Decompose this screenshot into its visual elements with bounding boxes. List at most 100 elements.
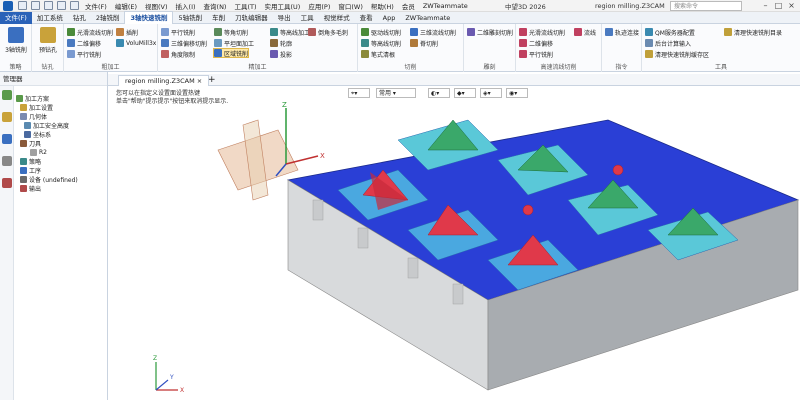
3d-flowline-button[interactable]: 三维流线切削	[410, 27, 456, 37]
tree-item-operation[interactable]: 工序	[16, 166, 108, 175]
command-search-input[interactable]: 搜索命令	[670, 1, 742, 11]
toolpath-link-button[interactable]: 轨迹连接	[605, 27, 639, 37]
tree-item-setup[interactable]: 加工设置	[16, 103, 108, 112]
undo-icon[interactable]	[57, 1, 66, 10]
tab-5axis[interactable]: 5轴铣削	[173, 12, 207, 24]
profile-button[interactable]: 轮廓	[270, 38, 292, 48]
menu-apps[interactable]: 应用(P)	[304, 1, 334, 11]
menu-tools[interactable]: 工具(T)	[230, 1, 260, 11]
2d-offset-button[interactable]: 二维偏移	[67, 38, 101, 48]
panel-title: 管理器	[0, 72, 107, 86]
3d-viewport[interactable]: 您可以在指定义设置面设置热键 单击"帮助"提示提示"按钮来取消提示显示. ⌖▾ …	[108, 86, 800, 400]
tree-item-r2[interactable]: R2	[16, 148, 108, 157]
history-icon[interactable]	[1, 112, 12, 122]
minimize-icon[interactable]: –	[759, 0, 772, 12]
plunge-button[interactable]: 插削	[116, 27, 138, 37]
volumill-button[interactable]: VoluMill3x	[116, 38, 156, 48]
redo-icon[interactable]	[70, 1, 79, 10]
tree-item-device[interactable]: 设备 (undefined)	[16, 175, 108, 184]
contour-cut-button[interactable]: 等高线切削	[361, 38, 401, 48]
pencil-cleanup-button[interactable]: 笔式清根	[361, 49, 395, 59]
milling-icon	[8, 27, 24, 43]
close-icon[interactable]: ×	[197, 77, 202, 85]
tree-item-output[interactable]: 输出	[16, 184, 108, 193]
menu-zwteammate[interactable]: ZWTeammate	[419, 2, 472, 10]
tab-file[interactable]: 文件(F)	[0, 11, 32, 24]
finish-parallel-button[interactable]: 平行铣削	[161, 27, 195, 37]
chamfer-deburr-button[interactable]: 倒角多毛刺	[308, 27, 348, 37]
tree-item-geometry[interactable]: 几何体	[16, 112, 108, 121]
3axis-milling-button[interactable]: 3轴铣削	[3, 27, 29, 54]
save-icon[interactable]	[44, 1, 53, 10]
menu-query[interactable]: 查询(N)	[200, 1, 231, 11]
shade-mode-icon[interactable]: ◆▾	[454, 88, 476, 98]
maximize-icon[interactable]: □	[772, 0, 785, 12]
projection-button[interactable]: 投影	[270, 49, 292, 59]
hsm-2d-offset-button[interactable]: 二维偏移	[519, 38, 553, 48]
iso-angle-button[interactable]: 等角切削	[214, 27, 248, 37]
menu-utilities[interactable]: 实用工具(U)	[261, 1, 305, 11]
render-icon[interactable]: ◉▾	[506, 88, 528, 98]
tab-tools[interactable]: 工具	[296, 12, 319, 24]
3d-offset-button[interactable]: 三维偏移切削	[161, 38, 207, 48]
menu-edit[interactable]: 编辑(E)	[111, 1, 141, 11]
menu-view[interactable]: 视图(V)	[141, 1, 172, 11]
parallel-milling-button[interactable]: 平行铣削	[67, 49, 101, 59]
predrill-button[interactable]: 预钻孔	[35, 27, 61, 54]
tab-drilling[interactable]: 钻孔	[68, 12, 91, 24]
flat-face-button[interactable]: 平坦面加工	[214, 38, 254, 48]
contour-button[interactable]: 等高线加工	[270, 27, 310, 37]
document-tab[interactable]: region milling.Z3CAM ×	[118, 75, 210, 86]
hsm-smooth-flowline-button[interactable]: 光滑流线切削	[519, 27, 565, 37]
tab-2axis[interactable]: 2轴铣削	[91, 12, 125, 24]
qm-server-config-button[interactable]: QM服务器配置	[645, 27, 695, 37]
tab-view[interactable]: 查看	[355, 12, 378, 24]
slot	[452, 283, 464, 305]
tree-item-strategy[interactable]: 策略	[16, 157, 108, 166]
plan-icon	[16, 95, 23, 102]
driveline-button[interactable]: 驱动线切削	[361, 27, 401, 37]
tree-item-tools[interactable]: 刀具	[16, 139, 108, 148]
part-icon[interactable]	[1, 178, 12, 188]
2d-carve-button[interactable]: 二维雕刻切削	[467, 27, 513, 37]
menu-file[interactable]: 文件(F)	[81, 1, 111, 11]
tab-visual-style[interactable]: 视觉样式	[319, 12, 355, 24]
new-file-icon[interactable]	[18, 1, 27, 10]
filter-select[interactable]: 常用 ▾	[376, 88, 416, 98]
tree-item-plan[interactable]: 加工方案	[16, 94, 108, 103]
menu-member[interactable]: 会员	[398, 1, 419, 11]
add-tab-icon[interactable]: +	[208, 74, 216, 86]
tab-app[interactable]: App	[378, 12, 401, 24]
region-milling-button[interactable]: 区域铣削	[213, 48, 250, 58]
smooth-flowline-button[interactable]: 光滑流线切削	[67, 27, 113, 37]
menu-window[interactable]: 窗口(W)	[334, 1, 367, 11]
menu-help[interactable]: 帮助(H)	[367, 1, 398, 11]
tab-machining-system[interactable]: 加工系统	[32, 12, 68, 24]
clear-cache-button[interactable]: 清理快速铣削缓存区	[645, 49, 709, 59]
tree-item-safe-height[interactable]: 加工安全高度	[16, 121, 108, 130]
tab-toolpath-editor[interactable]: 刀轨编辑器	[230, 12, 273, 24]
view-tool-icon[interactable]: ⌖▾	[348, 88, 370, 98]
view-icon[interactable]	[1, 134, 12, 144]
close-icon[interactable]: ×	[785, 0, 798, 12]
group-label-hsm: 高速流线切削	[540, 64, 577, 71]
tree-label: 坐标系	[33, 132, 52, 139]
background-compute-button[interactable]: 后台计算输入	[645, 38, 691, 48]
ridge-cut-button[interactable]: 脊切削	[410, 38, 438, 48]
angle-limit-button[interactable]: 角度限制	[161, 49, 195, 59]
menu-insert[interactable]: 插入(I)	[172, 1, 200, 11]
tab-zwteammate[interactable]: ZWTeammate	[400, 12, 455, 24]
tab-3axis-fast[interactable]: 3轴快速铣削	[124, 11, 174, 24]
tab-turning[interactable]: 车削	[207, 12, 230, 24]
hsm-parallel-button[interactable]: 平行铣削	[519, 49, 553, 59]
cam-icon[interactable]	[1, 90, 12, 100]
display-mode-icon[interactable]: ◐▾	[428, 88, 450, 98]
section-icon[interactable]: ◈▾	[480, 88, 502, 98]
layer-icon[interactable]	[1, 156, 12, 166]
hsm-flowline-button[interactable]: 流线	[574, 27, 596, 37]
tree-label: 输出	[29, 186, 42, 193]
open-file-icon[interactable]	[31, 1, 40, 10]
tab-export[interactable]: 导出	[273, 12, 296, 24]
tree-item-coord[interactable]: 坐标系	[16, 130, 108, 139]
clear-directory-button[interactable]: 清理快速铣削目录	[724, 27, 782, 37]
